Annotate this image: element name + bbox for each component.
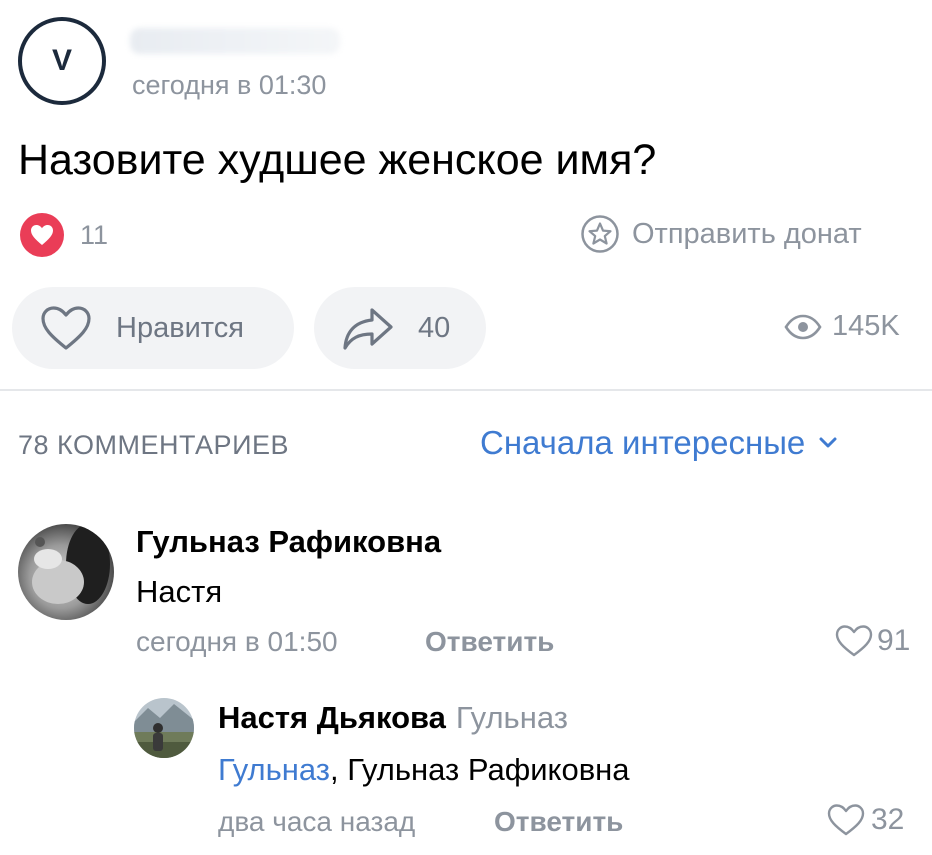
eye-icon [784,314,822,340]
star-circle-icon [580,214,620,254]
reply-button[interactable]: Ответить [494,806,623,838]
heart-outline-icon [835,624,873,658]
reply-to-name[interactable]: Гульназ [456,700,568,735]
comment-likes-count: 91 [877,624,911,657]
post-time: сегодня в 01:30 [132,70,327,100]
comments-count: 78 КОММЕНТАРИЕВ [18,430,289,460]
community-avatar[interactable]: V [18,17,106,105]
like-button[interactable]: Нравится [12,287,294,369]
post-title: Назовите худшее женское имя? [18,136,657,184]
comment-time: сегодня в 01:50 [136,626,338,657]
donate-button[interactable]: Отправить донат [580,214,862,254]
chevron-down-icon [819,437,837,449]
share-arrow-icon [342,305,394,351]
shares-count: 40 [418,311,451,344]
comment-like-button[interactable]: 91 [835,624,910,658]
section-divider [0,389,932,391]
share-button[interactable]: 40 [314,287,486,369]
comment-like-button[interactable]: 32 [827,803,904,837]
views-counter: 145K [784,310,900,343]
reactions-count[interactable]: 11 [80,220,108,251]
community-avatar-letter: V [51,44,72,77]
reply-button[interactable]: Ответить [425,626,554,658]
comment-time: два часа назад [218,806,416,837]
comment-text: Настя [136,574,223,609]
like-label: Нравится [116,311,244,344]
heart-reaction-icon[interactable] [20,213,64,257]
comment-author[interactable]: Гульназ Рафиковна [136,524,441,560]
mention-link[interactable]: Гульназ [218,752,330,787]
comment-author[interactable]: Настя Дьякова [218,700,446,735]
comment-text: Гульназ, Гульназ Рафиковна [218,752,630,788]
comment-likes-count: 32 [871,803,905,836]
reply-header: Настя Дьякова Гульназ [218,700,568,736]
donate-label: Отправить донат [632,217,862,250]
blurred-community-name [130,28,340,54]
views-count: 145K [832,310,900,342]
heart-outline-icon [40,305,92,351]
heart-outline-icon [827,803,865,837]
sort-label: Сначала интересные [480,424,806,461]
sort-dropdown[interactable]: Сначала интересные [480,424,837,462]
avatar[interactable] [18,524,114,620]
comment-text-body: , Гульназ Рафиковна [330,752,630,787]
avatar[interactable] [134,698,194,758]
